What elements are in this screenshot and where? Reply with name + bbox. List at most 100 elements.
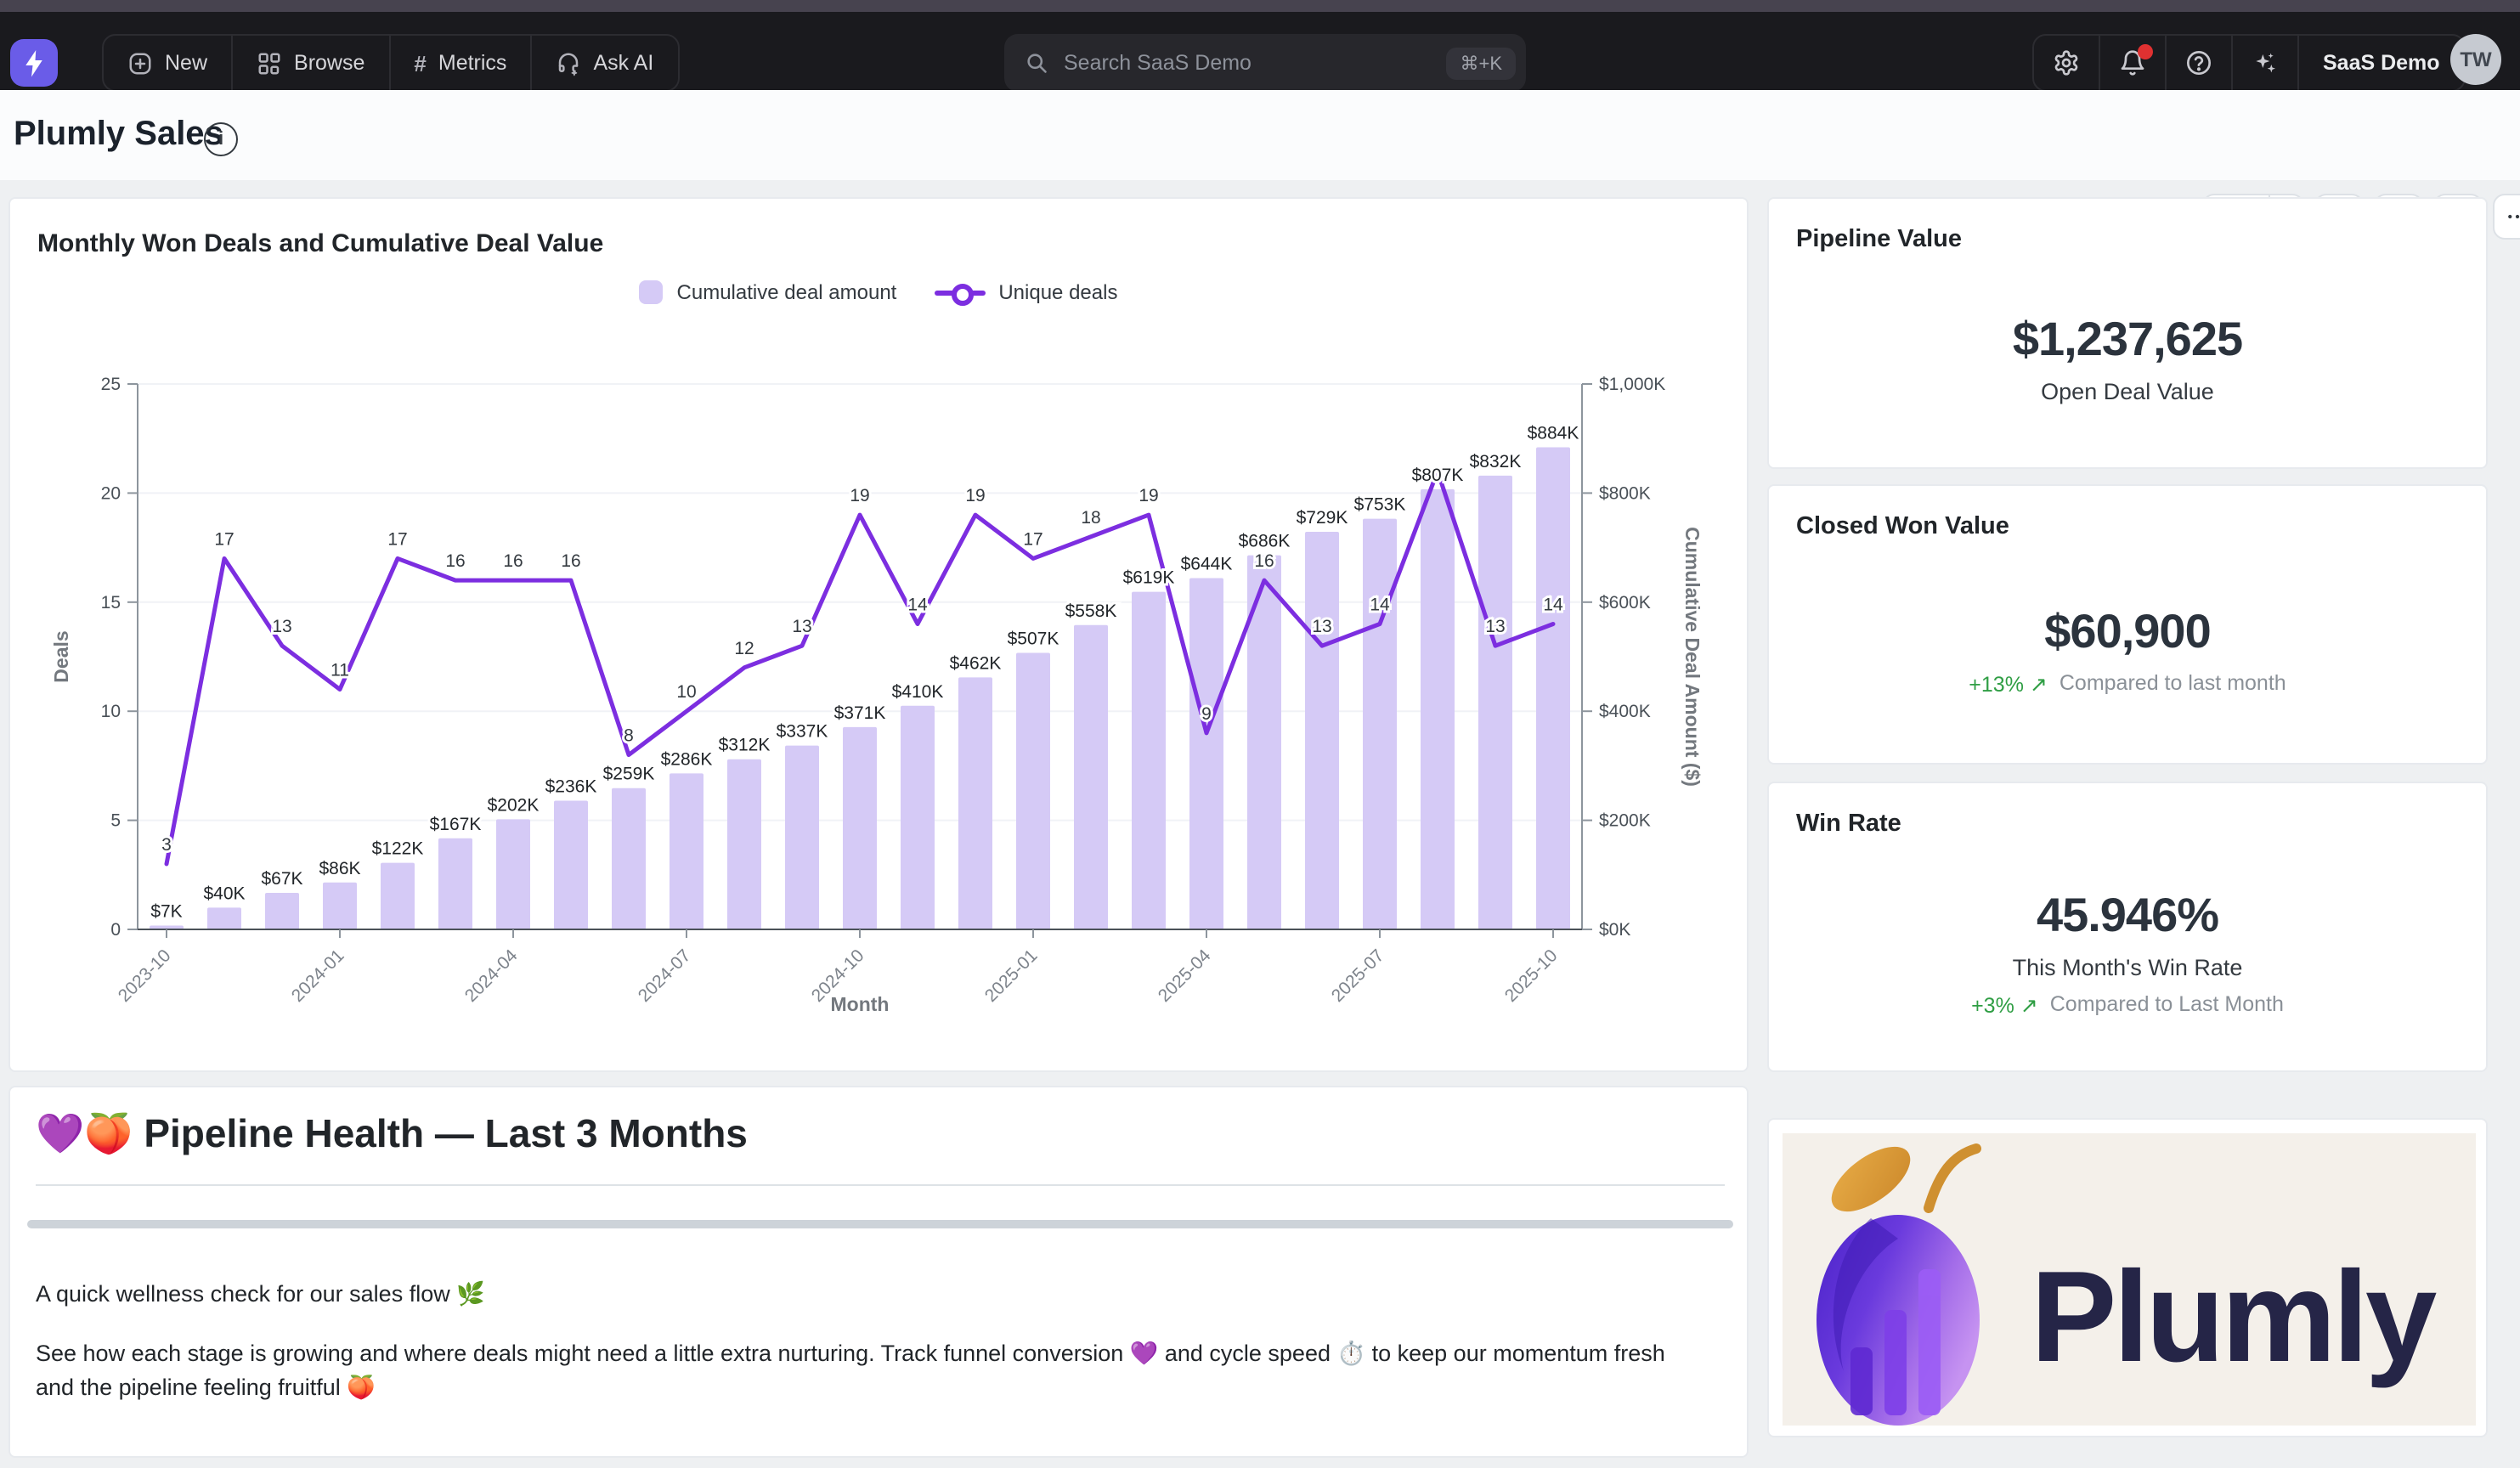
help-button[interactable] [2165, 36, 2231, 90]
svg-text:$410K: $410K [892, 682, 944, 702]
markdown-tile: 💜🍑 Pipeline Health — Last 3 Months A qui… [8, 1086, 1749, 1458]
markdown-paragraph: See how each stage is growing and where … [36, 1337, 1709, 1405]
svg-text:20: 20 [101, 483, 121, 503]
svg-text:5: 5 [110, 811, 121, 831]
hash-icon: # [414, 50, 426, 76]
lightning-bolt-icon [19, 48, 49, 78]
delta-note: Compared to Last Month [2050, 992, 2284, 1016]
kpi-value: $1,237,625 [2013, 313, 2242, 367]
trend-up-icon: ↗ [2020, 993, 2038, 1017]
search-shortcut-badge: ⌘+K [1446, 47, 1516, 79]
ai-sparkles-button[interactable] [2231, 36, 2297, 90]
headset-sparkle-icon [556, 50, 581, 76]
svg-text:$122K: $122K [372, 839, 424, 859]
svg-text:18: 18 [1081, 508, 1100, 528]
kpi-body: $1,237,625 Open Deal Value [1769, 250, 2486, 467]
info-icon[interactable]: i [204, 122, 238, 156]
markdown-heading: 💜🍑 Pipeline Health — Last 3 Months [36, 1111, 748, 1157]
ellipsis-icon [2505, 204, 2520, 229]
svg-text:$202K: $202K [488, 795, 540, 815]
svg-text:$0K: $0K [1599, 920, 1630, 940]
svg-text:3: 3 [161, 835, 172, 855]
app-logo[interactable] [10, 39, 58, 87]
svg-text:$507K: $507K [1008, 630, 1059, 649]
svg-text:$686K: $686K [1239, 532, 1291, 551]
svg-text:0: 0 [110, 920, 121, 940]
svg-text:8: 8 [624, 726, 634, 746]
svg-text:19: 19 [1139, 486, 1158, 505]
page-header: Plumly Sales i [0, 90, 2520, 180]
svg-text:16: 16 [503, 551, 523, 571]
svg-text:9: 9 [1201, 704, 1212, 724]
svg-text:$86K: $86K [319, 859, 360, 878]
app-root: New Browse # Metrics Ask AI Search SaaS … [0, 0, 2520, 1468]
svg-text:2025-04: 2025-04 [1155, 946, 1215, 1006]
nav-item-new[interactable]: New [104, 36, 231, 90]
svg-text:$619K: $619K [1123, 568, 1175, 588]
svg-text:$40K: $40K [203, 884, 245, 903]
svg-text:14: 14 [907, 595, 928, 614]
svg-text:2024-07: 2024-07 [635, 946, 695, 1006]
svg-text:16: 16 [561, 551, 580, 571]
chart-tile: Monthly Won Deals and Cumulative Deal Va… [8, 197, 1749, 1072]
svg-text:Month: Month [831, 993, 890, 1015]
svg-text:$1,000K: $1,000K [1599, 375, 1665, 394]
kpi-value: 45.946% [2037, 888, 2218, 942]
svg-text:$600K: $600K [1599, 593, 1651, 613]
kpi-body: 45.946% This Month's Win Rate +3% ↗ Comp… [1769, 834, 2486, 1070]
svg-text:2025-01: 2025-01 [981, 946, 1042, 1006]
horizontal-scrollbar[interactable] [27, 1220, 1733, 1228]
svg-text:19: 19 [850, 486, 869, 505]
kpi-card-pipeline-value: Pipeline Value $1,237,625 Open Deal Valu… [1767, 197, 2488, 469]
help-circle-icon [2185, 49, 2212, 76]
svg-text:$400K: $400K [1599, 702, 1651, 721]
svg-text:13: 13 [1485, 617, 1505, 636]
nav-item-label: Browse [294, 51, 364, 75]
settings-button[interactable] [2034, 36, 2099, 90]
svg-text:$337K: $337K [777, 722, 828, 742]
svg-text:2024-04: 2024-04 [461, 946, 522, 1006]
kpi-comparison: +13% ↗ Compared to last month [1969, 670, 2286, 696]
nav-item-metrics[interactable]: # Metrics [388, 36, 530, 90]
svg-text:Deals: Deals [50, 630, 72, 682]
grid-icon [257, 50, 282, 76]
svg-text:$259K: $259K [603, 765, 655, 784]
svg-text:2025-07: 2025-07 [1328, 946, 1388, 1006]
svg-text:2025-10: 2025-10 [1501, 946, 1562, 1006]
search-placeholder: Search SaaS Demo [1064, 51, 1446, 75]
leaf [1821, 1134, 1921, 1224]
nav-item-label: Metrics [438, 51, 507, 75]
svg-text:15: 15 [101, 593, 121, 613]
svg-text:$729K: $729K [1297, 508, 1348, 528]
search-input[interactable]: Search SaaS Demo ⌘+K [1004, 34, 1526, 92]
nav-item-ask-ai[interactable]: Ask AI [530, 36, 677, 90]
plumly-logo: Plumly [1783, 1133, 2476, 1426]
svg-text:$462K: $462K [950, 653, 1002, 673]
svg-text:17: 17 [214, 529, 234, 549]
svg-text:17: 17 [387, 529, 407, 549]
svg-text:14: 14 [1370, 595, 1390, 614]
combo-chart-plot[interactable]: $7K$40K$67K$86K$122K$167K$202K$236K$259K… [10, 199, 1750, 1070]
svg-text:$884K: $884K [1528, 423, 1579, 443]
more-options-button[interactable] [2493, 194, 2520, 240]
kpi-subtitle: This Month's Win Rate [2013, 954, 2243, 980]
org-switcher[interactable]: SaaS Demo [2297, 36, 2464, 90]
window-top-strip [0, 0, 2520, 12]
primary-nav: New Browse # Metrics Ask AI [102, 34, 679, 92]
svg-text:$7K: $7K [150, 902, 182, 922]
gear-icon [2053, 49, 2080, 76]
avatar[interactable]: TW [2450, 34, 2501, 85]
svg-text:$753K: $753K [1354, 495, 1406, 515]
markdown-paragraph: A quick wellness check for our sales flo… [36, 1278, 1709, 1312]
delta-value: +13% ↗ [1969, 670, 2048, 696]
nav-item-label: Ask AI [593, 51, 653, 75]
notifications-button[interactable] [2099, 36, 2165, 90]
svg-text:2024-01: 2024-01 [288, 946, 348, 1006]
logo-image: Plumly [1783, 1133, 2476, 1426]
nav-item-label: New [165, 51, 207, 75]
svg-text:13: 13 [792, 617, 811, 636]
page-title: Plumly Sales [14, 116, 223, 155]
nav-item-browse[interactable]: Browse [231, 36, 388, 90]
svg-text:$67K: $67K [261, 869, 302, 889]
svg-text:10: 10 [101, 702, 121, 721]
